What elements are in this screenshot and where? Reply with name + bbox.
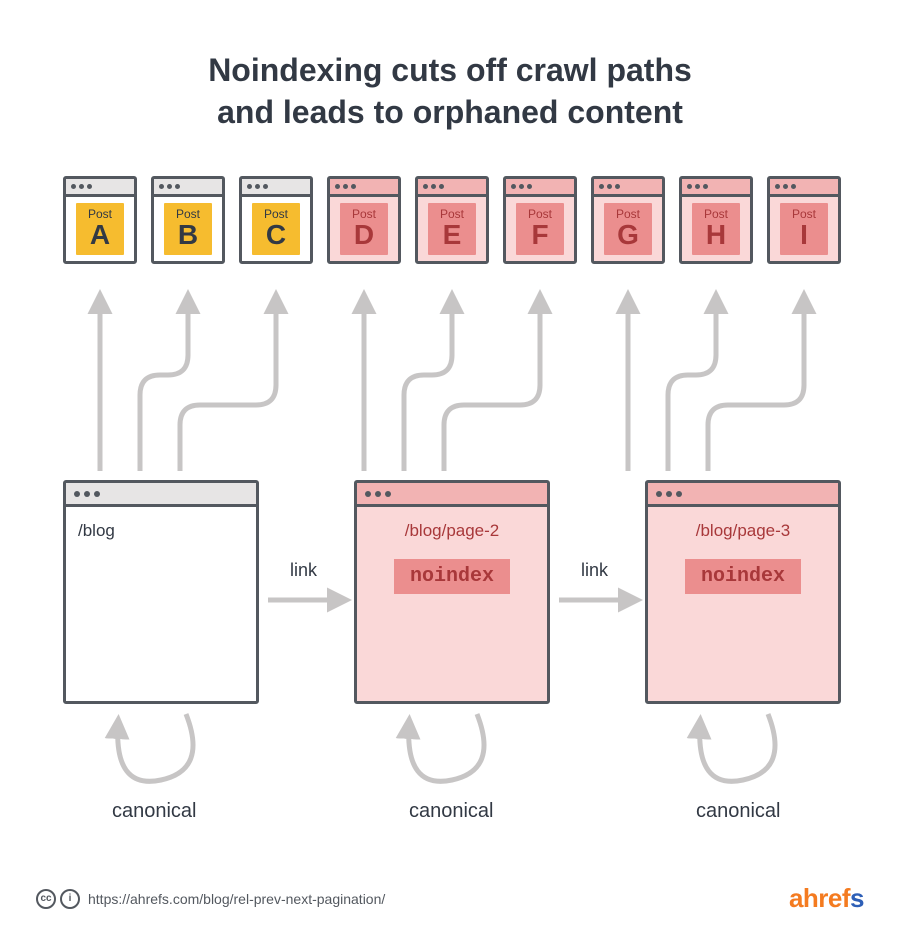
window-titlebar	[594, 179, 662, 197]
post-window-i: PostI	[767, 176, 841, 264]
post-card: PostF	[516, 203, 564, 255]
post-window-g: PostG	[591, 176, 665, 264]
post-letter: C	[252, 221, 300, 253]
page-url: /blog/page-2	[369, 521, 535, 541]
logo-text: ahref	[789, 883, 850, 913]
post-card: PostD	[340, 203, 388, 255]
page-url: /blog	[78, 521, 244, 541]
post-letter: G	[604, 221, 652, 253]
post-window-d: PostD	[327, 176, 401, 264]
post-letter: A	[76, 221, 124, 253]
post-window-b: PostB	[151, 176, 225, 264]
post-window-c: PostC	[239, 176, 313, 264]
canonical-label-2: canonical	[409, 800, 494, 823]
post-window-a: PostA	[63, 176, 137, 264]
window-titlebar	[418, 179, 486, 197]
diagram-title: Noindexing cuts off crawl paths and lead…	[0, 50, 900, 133]
post-letter: I	[780, 221, 828, 253]
page-url: /blog/page-3	[660, 521, 826, 541]
post-letter: D	[340, 221, 388, 253]
footer-left: cc i https://ahrefs.com/blog/rel-prev-ne…	[36, 889, 385, 909]
post-letter: H	[692, 221, 740, 253]
post-window-h: PostH	[679, 176, 753, 264]
footer: cc i https://ahrefs.com/blog/rel-prev-ne…	[36, 883, 864, 914]
window-titlebar	[648, 483, 838, 507]
post-letter: E	[428, 221, 476, 253]
link-label-2: link	[581, 560, 608, 581]
cc-icon: cc	[36, 889, 56, 909]
post-window-f: PostF	[503, 176, 577, 264]
post-card: PostE	[428, 203, 476, 255]
post-card: PostG	[604, 203, 652, 255]
window-titlebar	[330, 179, 398, 197]
noindex-badge: noindex	[685, 559, 801, 594]
window-titlebar	[770, 179, 838, 197]
title-line-1: Noindexing cuts off crawl paths	[208, 52, 692, 88]
window-titlebar	[357, 483, 547, 507]
page-window-1: /blog	[63, 480, 259, 704]
logo-suffix: s	[850, 883, 864, 913]
window-titlebar	[66, 483, 256, 507]
source-url: https://ahrefs.com/blog/rel-prev-next-pa…	[88, 891, 385, 907]
post-window-e: PostE	[415, 176, 489, 264]
by-icon: i	[60, 889, 80, 909]
cc-icons: cc i	[36, 889, 80, 909]
canonical-label-1: canonical	[112, 800, 197, 823]
post-card: PostC	[252, 203, 300, 255]
page-window-2: /blog/page-2 noindex	[354, 480, 550, 704]
link-label-1: link	[290, 560, 317, 581]
canonical-label-3: canonical	[696, 800, 781, 823]
post-card: PostA	[76, 203, 124, 255]
window-titlebar	[242, 179, 310, 197]
noindex-badge: noindex	[394, 559, 510, 594]
diagram-canvas: Noindexing cuts off crawl paths and lead…	[0, 0, 900, 942]
ahrefs-logo: ahrefs	[789, 883, 864, 914]
window-titlebar	[66, 179, 134, 197]
post-card: PostI	[780, 203, 828, 255]
title-line-2: and leads to orphaned content	[217, 94, 683, 130]
post-card: PostH	[692, 203, 740, 255]
post-letter: B	[164, 221, 212, 253]
post-card: PostB	[164, 203, 212, 255]
page-window-3: /blog/page-3 noindex	[645, 480, 841, 704]
post-letter: F	[516, 221, 564, 253]
window-titlebar	[506, 179, 574, 197]
window-titlebar	[154, 179, 222, 197]
window-titlebar	[682, 179, 750, 197]
